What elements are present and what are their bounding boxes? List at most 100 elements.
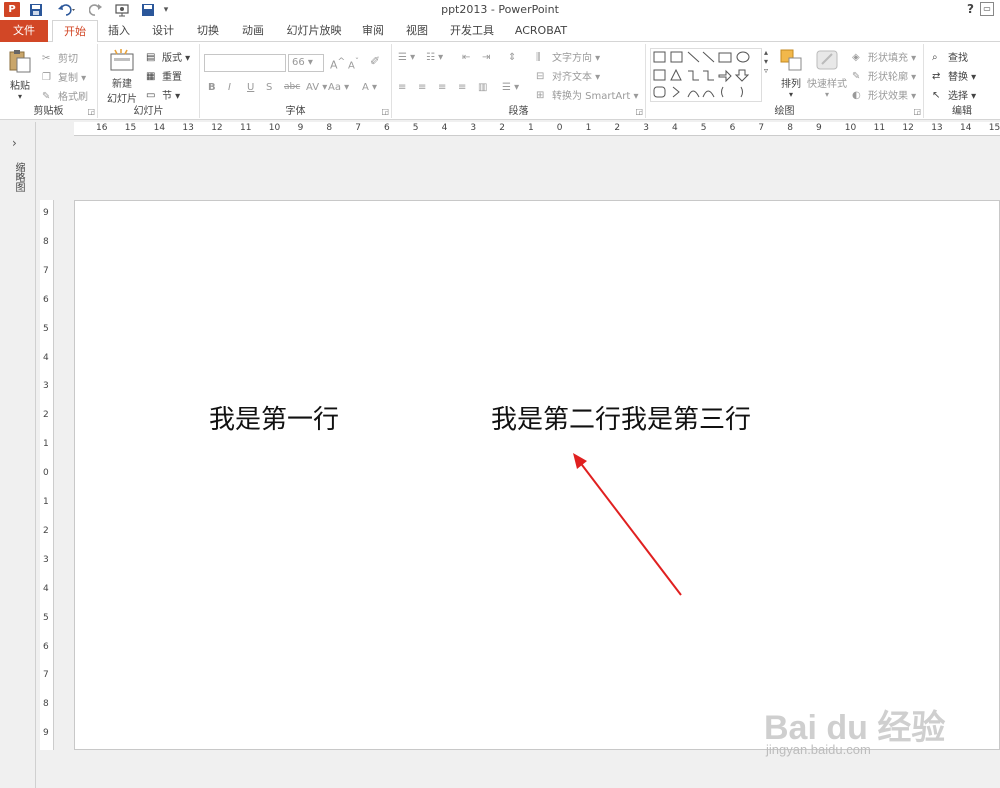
bullets-icon: ☰ bbox=[398, 52, 407, 63]
ruler-tick-label: 12 bbox=[211, 123, 223, 133]
change-case-button[interactable]: Aa ▾ bbox=[328, 82, 349, 93]
find-button[interactable]: ⌕ 查找 bbox=[932, 49, 968, 64]
tab-acrobat[interactable]: ACROBAT bbox=[511, 20, 571, 42]
text-direction-button[interactable]: ⫼ 文字方向 ▾ bbox=[536, 49, 600, 64]
layout-button[interactable]: ▤ 版式 ▾ bbox=[146, 49, 190, 64]
replace-button[interactable]: ⇄ 替换 ▾ bbox=[932, 68, 976, 83]
columns-icon: ☰ bbox=[502, 82, 511, 93]
tab-design[interactable]: 设计 bbox=[148, 20, 178, 42]
ribbon-display-options-icon[interactable]: ▭ bbox=[980, 2, 994, 16]
font-group: 66 ▾ A^ Aˇ ✐ B I U S abc AV ▾ Aa ▾ A ▾ 字… bbox=[200, 44, 392, 118]
shape-outline-button[interactable]: ✎ 形状轮廓 ▾ bbox=[852, 68, 916, 83]
shadow-button[interactable]: S bbox=[266, 82, 272, 93]
tab-developer[interactable]: 开发工具 bbox=[446, 20, 498, 42]
ruler-tick-label: 6 bbox=[384, 123, 390, 133]
copy-button[interactable]: ❐ 复制 ▾ bbox=[42, 69, 86, 84]
paste-icon bbox=[9, 50, 31, 73]
shapes-scroll-icon[interactable]: ▴ ▾ ▿ bbox=[764, 48, 768, 75]
ruler-tick-label: 0 bbox=[43, 468, 49, 479]
numbering-button[interactable]: ☷ ▾ bbox=[426, 52, 443, 63]
columns-button[interactable]: ☰ ▾ bbox=[502, 82, 519, 93]
expand-pane-icon[interactable]: › bbox=[12, 136, 17, 150]
italic-button[interactable]: I bbox=[228, 82, 231, 93]
align-center-icon[interactable]: ≡ bbox=[418, 82, 426, 93]
thumbnail-pane-label[interactable]: 缩略图 bbox=[10, 162, 24, 192]
slide-canvas[interactable]: 我是第一行 我是第二行我是第三行 bbox=[74, 200, 1000, 750]
arrange-button[interactable]: 排列 ▾ bbox=[774, 48, 808, 99]
shape-effects-button[interactable]: ◐ 形状效果 ▾ bbox=[852, 87, 916, 102]
reset-button[interactable]: ▦ 重置 bbox=[146, 68, 182, 83]
bold-button[interactable]: B bbox=[208, 82, 216, 93]
ribbon-tabs: 文件 开始 插入 设计 切换 动画 幻灯片放映 审阅 视图 开发工具 ACROB… bbox=[0, 20, 1000, 43]
ruler-tick-label: 9 bbox=[297, 123, 304, 133]
ribbon: 粘贴 ▾ ✂ 剪切 ❐ 复制 ▾ ✎ 格式刷 剪贴板 ◲ 新建 幻灯片 ▤ 版式 ▾ ▦… bbox=[0, 42, 1000, 120]
align-text-button[interactable]: ⊟ 对齐文本 ▾ bbox=[536, 68, 600, 83]
clear-format-icon[interactable]: ✐ bbox=[370, 54, 380, 68]
cut-button[interactable]: ✂ 剪切 bbox=[42, 50, 78, 65]
ruler-tick-label: 9 bbox=[43, 208, 49, 218]
line-spacing-icon[interactable]: ⇕ bbox=[508, 52, 516, 63]
paragraph-group: ☰ ▾ ☷ ▾ ⇤ ⇥ ⇕ ⫼ 文字方向 ▾ ⊟ 对齐文本 ▾ ⊞ 转换为 Smart… bbox=[392, 44, 646, 118]
font-color-button[interactable]: A ▾ bbox=[362, 82, 377, 93]
convert-smartart-button[interactable]: ⊞ 转换为 SmartArt ▾ bbox=[536, 87, 639, 102]
new-slide-icon bbox=[110, 49, 134, 71]
text-box-first-line[interactable]: 我是第一行 bbox=[209, 399, 339, 436]
ruler-tick-label: 5 bbox=[412, 123, 419, 133]
tab-review[interactable]: 审阅 bbox=[358, 20, 388, 42]
text-direction-icon: ⫼ bbox=[536, 52, 541, 63]
tab-transitions[interactable]: 切换 bbox=[193, 20, 223, 42]
ruler-tick-label: 14 bbox=[153, 123, 166, 133]
shape-fill-button[interactable]: ◈ 形状填充 ▾ bbox=[852, 49, 916, 64]
shrink-font-button[interactable]: Aˇ bbox=[348, 56, 359, 71]
tab-insert[interactable]: 插入 bbox=[104, 20, 134, 42]
clipboard-launcher-icon[interactable]: ◲ bbox=[87, 107, 95, 116]
format-painter-button[interactable]: ✎ 格式刷 bbox=[42, 88, 88, 103]
distributed-icon[interactable]: ▥ bbox=[478, 82, 487, 93]
help-button[interactable]: ? bbox=[967, 2, 974, 16]
font-launcher-icon[interactable]: ◲ bbox=[381, 107, 389, 116]
font-name-input[interactable] bbox=[204, 54, 286, 72]
tab-animations[interactable]: 动画 bbox=[238, 20, 268, 42]
char-spacing-button[interactable]: AV ▾ bbox=[306, 82, 327, 93]
ruler-tick-label: 7 bbox=[355, 123, 361, 133]
tab-view[interactable]: 视图 bbox=[402, 20, 432, 42]
justify-icon[interactable]: ≡ bbox=[458, 82, 466, 93]
underline-button[interactable]: U bbox=[247, 82, 254, 93]
increase-indent-icon[interactable]: ⇥ bbox=[482, 52, 490, 63]
align-right-icon[interactable]: ≡ bbox=[438, 82, 446, 93]
select-button[interactable]: ↖ 选择 ▾ bbox=[932, 87, 976, 102]
horizontal-ruler[interactable]: 16 15 14 13 12 11 10 9 8 7 6 5 4 3 2 1 0 1 2 3 4 5 6 7 8 9 10 11 12 1… bbox=[74, 122, 1000, 136]
ruler-tick-label: 7 bbox=[758, 123, 765, 133]
paste-button[interactable]: 粘贴 ▾ bbox=[4, 48, 36, 101]
ruler-tick-label: 5 bbox=[43, 612, 49, 623]
paragraph-launcher-icon[interactable]: ◲ bbox=[635, 107, 643, 116]
layout-icon: ▤ bbox=[146, 52, 156, 63]
font-size-input[interactable]: 66 ▾ bbox=[288, 54, 324, 72]
ruler-tick-label: 7 bbox=[43, 265, 49, 276]
tab-file[interactable]: 文件 bbox=[0, 20, 48, 42]
editing-group: ⌕ 查找 ⇄ 替换 ▾ ↖ 选择 ▾ 编辑 bbox=[924, 44, 1000, 118]
new-slide-button[interactable]: 新建 幻灯片 bbox=[102, 48, 142, 105]
ruler-tick-label: 6 bbox=[729, 123, 736, 133]
section-button[interactable]: ▭ 节 ▾ bbox=[146, 87, 180, 102]
align-text-icon: ⊟ bbox=[536, 71, 545, 82]
shapes-gallery[interactable] bbox=[650, 48, 762, 102]
ruler-tick-label: 4 bbox=[441, 123, 448, 133]
align-left-icon[interactable]: ≡ bbox=[398, 82, 406, 93]
drawing-launcher-icon[interactable]: ◲ bbox=[913, 107, 921, 116]
vertical-ruler[interactable]: 9 8 7 6 5 4 3 2 1 0 1 2 3 4 5 6 7 8 9 bbox=[40, 200, 54, 750]
ruler-tick-label: 3 bbox=[43, 554, 49, 565]
bullets-button[interactable]: ☰ ▾ bbox=[398, 52, 415, 63]
text-box-second-third-line[interactable]: 我是第二行我是第三行 bbox=[491, 399, 751, 436]
tab-home[interactable]: 开始 bbox=[52, 20, 98, 43]
tab-slideshow[interactable]: 幻灯片放映 bbox=[283, 20, 345, 42]
decrease-indent-icon[interactable]: ⇤ bbox=[462, 52, 470, 63]
ruler-tick-label: 2 bbox=[499, 123, 505, 133]
quick-styles-button[interactable]: 快速样式 ▾ bbox=[804, 48, 850, 99]
strikethrough-button[interactable]: abc bbox=[284, 82, 300, 92]
thumbnail-pane-collapsed: › 缩略图 bbox=[0, 122, 36, 788]
slides-group-label: 幻灯片 bbox=[133, 106, 164, 117]
ruler-tick-label: 16 bbox=[96, 123, 108, 133]
cursor-icon: ↖ bbox=[932, 90, 941, 101]
grow-font-button[interactable]: A^ bbox=[330, 56, 345, 72]
